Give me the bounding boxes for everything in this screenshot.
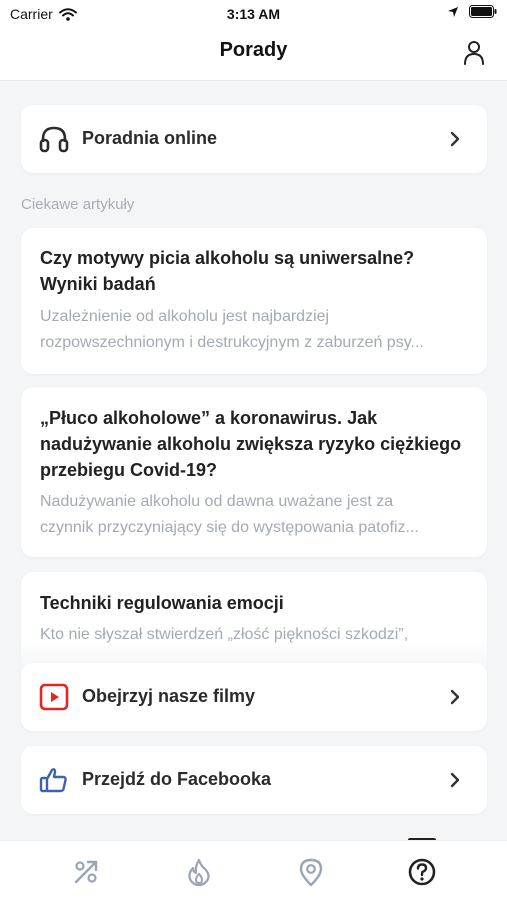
location-arrow-icon: [448, 6, 458, 17]
nav-header: Porady: [0, 28, 507, 81]
clock: 3:13 AM: [226, 6, 281, 22]
article-card[interactable]: „Płuco alkoholowe” a koronawirus. Jak na…: [21, 387, 487, 557]
article-excerpt-line: Uzależnienie od alkoholu jest najbardzie…: [40, 308, 330, 325]
article-card[interactable]: Czy motywy picia alkoholu są uniwersalne…: [21, 228, 487, 374]
bottom-tab-bar: [0, 840, 507, 901]
progress-icon[interactable]: [71, 857, 101, 887]
watch-videos-button[interactable]: Obejrzyj nasze filmy: [21, 663, 487, 731]
chevron-right-icon: [450, 772, 460, 788]
flame-icon[interactable]: [184, 857, 214, 887]
article-excerpt-line: czynnik przyczyniający się do występowan…: [40, 519, 419, 536]
articles-section-label: Ciekawe artykuły: [21, 196, 135, 213]
status-right: [447, 5, 497, 18]
headphones-icon: [39, 126, 69, 153]
article-title: Czy motywy picia alkoholu są uniwersalne…: [40, 248, 415, 294]
facebook-label: Przejdź do Facebooka: [82, 769, 272, 789]
article-title: „Płuco alkoholowe” a koronawirus. Jak na…: [40, 408, 462, 480]
youtube-icon: [39, 683, 69, 711]
online-counseling-button[interactable]: Poradnia online: [21, 105, 487, 173]
help-icon[interactable]: [407, 857, 437, 887]
article-excerpt-line: rozpowszechnionym i destrukcyjnym z zabu…: [40, 334, 424, 351]
battery-icon: [469, 5, 497, 18]
thumbs-up-icon: [39, 768, 67, 793]
article-excerpt: Uzależnienie od alkoholu jest najbardzie…: [40, 304, 468, 356]
article-excerpt-line: Nadużywanie alkoholu od dawna uważane je…: [40, 493, 394, 510]
chevron-right-icon: [450, 689, 460, 705]
article-title: Techniki regulowania emocji: [40, 593, 284, 613]
chevron-right-icon: [450, 131, 460, 147]
user-profile-icon[interactable]: [463, 40, 485, 66]
facebook-button[interactable]: Przejdź do Facebooka: [21, 746, 487, 814]
page-title: Porady: [219, 39, 288, 61]
online-counseling-label: Poradnia online: [82, 128, 218, 148]
status-bar: Carrier 3:13 AM: [0, 0, 507, 28]
watch-videos-label: Obejrzyj nasze filmy: [82, 686, 256, 706]
article-excerpt: Nadużywanie alkoholu od dawna uważane je…: [40, 489, 468, 541]
map-pin-icon[interactable]: [296, 857, 326, 887]
